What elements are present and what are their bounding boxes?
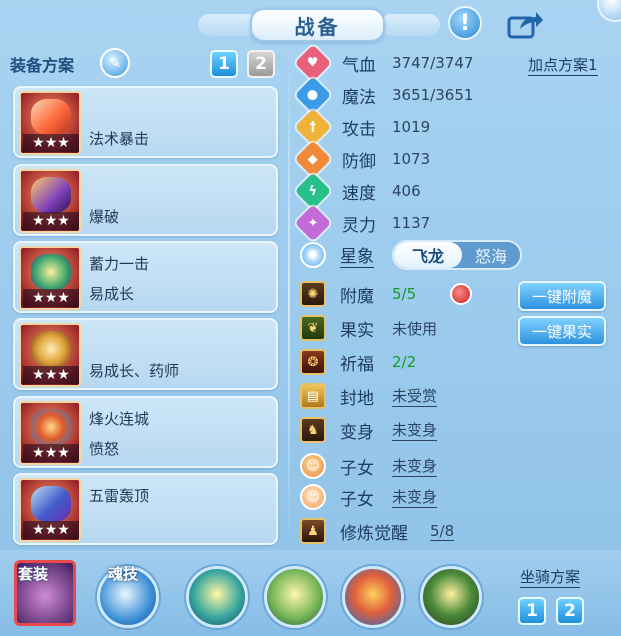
stat-spirit: ✦ 灵力 1137: [294, 204, 430, 242]
equip-item-icon: ★★★: [19, 401, 81, 465]
equip-item-icon: ★★★: [19, 323, 81, 387]
share-icon: [507, 12, 543, 39]
soul-skill-label: 魂技: [108, 565, 139, 583]
transform-icon: ♞: [300, 417, 326, 443]
feature-enchant: ✺ 附魔 5/5: [300, 279, 416, 309]
spirit-icon: ✦: [294, 204, 332, 242]
equip-skill: 五雷轰顶: [89, 487, 150, 505]
stat-mp: ● 魔法 3651/3651: [294, 76, 473, 114]
equip-item-icon: ★★★: [19, 91, 81, 155]
skill-slot-3[interactable]: [342, 566, 404, 628]
equip-item-icon: ★★★: [19, 478, 81, 542]
equip-tab-1[interactable]: 1: [210, 50, 238, 78]
stat-attack: † 攻击 1019: [294, 108, 430, 146]
star-rating: ★★★: [23, 444, 79, 462]
title-wing-left: [198, 14, 258, 36]
feature-cultivation: ♟ 修炼觉醒 5/8: [300, 516, 455, 546]
one-click-enchant-button[interactable]: 一键附魔: [518, 281, 606, 311]
skill-slot-1[interactable]: [186, 566, 248, 628]
feature-fruit: ❦ 果实 未使用: [300, 313, 437, 343]
stat-hp: ♥ 气血 3747/3747: [294, 44, 473, 82]
skill-slot-2[interactable]: [264, 566, 326, 628]
feature-fief: ▤ 封地 未受赏: [300, 381, 438, 411]
share-button[interactable]: [505, 7, 545, 41]
edit-scheme-button[interactable]: ✎: [100, 48, 130, 78]
mount-tab-1[interactable]: 1: [518, 597, 546, 625]
feature-child-1: ☺ 子女 未变身: [300, 451, 438, 481]
title-wing-right: [380, 14, 440, 36]
star-rating: ★★★: [23, 289, 79, 307]
equip-skill: 蓄力一击: [89, 255, 150, 273]
battle-prep-window: 战备 ! 装备方案 ✎ 1 2 ★★★ 法术暴击 ★★★ 爆破 ★★★ 蓄力一击…: [0, 0, 621, 636]
constellation-toggle[interactable]: 飞龙 怒海: [392, 240, 522, 270]
blessing-icon: ❂: [300, 349, 326, 375]
equip-scheme-label: 装备方案: [10, 56, 75, 75]
enchant-alert-icon[interactable]: [450, 283, 472, 305]
panel-divider: [288, 48, 290, 548]
feature-transform: ♞ 变身 未变身: [300, 415, 438, 445]
lightning-icon: ϟ: [294, 172, 332, 210]
fruit-icon: ❦: [300, 315, 326, 341]
close-orb[interactable]: [597, 0, 621, 22]
mount-scheme-label: 坐骑方案: [520, 568, 581, 588]
equip-slot-3[interactable]: ★★★ 蓄力一击 易成长: [13, 241, 278, 313]
skill-slot-4[interactable]: [420, 566, 482, 628]
equip-effect: 易成长: [89, 285, 135, 303]
mana-icon: ●: [294, 76, 332, 114]
equip-slot-5[interactable]: ★★★ 烽火连城 愤怒: [13, 396, 278, 468]
constellation-row: ✺ 星象: [300, 240, 374, 270]
help-button[interactable]: !: [448, 6, 482, 40]
page-title: 战备: [294, 14, 341, 39]
equip-item-icon: ★★★: [19, 246, 81, 310]
sword-icon: †: [294, 108, 332, 146]
equip-slot-6[interactable]: ★★★ 五雷轰顶: [13, 473, 278, 545]
star-rating: ★★★: [23, 212, 79, 230]
child-icon: ☺: [300, 453, 326, 479]
title-plate: 战备: [250, 8, 385, 42]
equip-skill: 烽火连城: [89, 410, 150, 428]
stat-speed: ϟ 速度 406: [294, 172, 421, 210]
equip-effect: 法术暴击: [89, 130, 150, 148]
cultivation-icon: ♟: [300, 518, 326, 544]
shield-icon: ◆: [294, 140, 332, 178]
exclamation-icon: !: [459, 10, 471, 36]
feature-blessing: ❂ 祈福 2/2: [300, 347, 416, 377]
pen-icon: ✎: [108, 54, 122, 72]
star-rating: ★★★: [23, 521, 79, 539]
one-click-fruit-button[interactable]: 一键果实: [518, 316, 606, 346]
feature-child-2: ☺ 子女 未变身: [300, 482, 438, 512]
suit-label: 套装: [18, 565, 49, 583]
attribute-plan-link[interactable]: 加点方案1: [528, 54, 598, 76]
child-icon: ☺: [300, 484, 326, 510]
equip-slot-1[interactable]: ★★★ 法术暴击: [13, 86, 278, 158]
star-rating: ★★★: [23, 366, 79, 384]
constellation-icon: ✺: [300, 242, 326, 268]
stat-defense: ◆ 防御 1073: [294, 140, 430, 178]
enchant-icon: ✺: [300, 281, 326, 307]
fief-icon: ▤: [300, 383, 326, 409]
option-nuhai[interactable]: 怒海: [462, 242, 520, 268]
star-rating: ★★★: [23, 134, 79, 152]
equip-effect: 爆破: [89, 208, 120, 226]
constellation-label[interactable]: 星象: [340, 242, 374, 268]
equip-slot-4[interactable]: ★★★ 易成长、药师: [13, 318, 278, 390]
equip-effect: 愤怒: [89, 440, 120, 458]
equip-effect: 易成长、药师: [89, 362, 180, 380]
mount-tab-2[interactable]: 2: [556, 597, 584, 625]
equip-tab-2[interactable]: 2: [247, 50, 275, 78]
equip-slot-2[interactable]: ★★★ 爆破: [13, 164, 278, 236]
equip-item-icon: ★★★: [19, 169, 81, 233]
option-feilong[interactable]: 飞龙: [394, 242, 462, 268]
heart-icon: ♥: [294, 44, 332, 82]
